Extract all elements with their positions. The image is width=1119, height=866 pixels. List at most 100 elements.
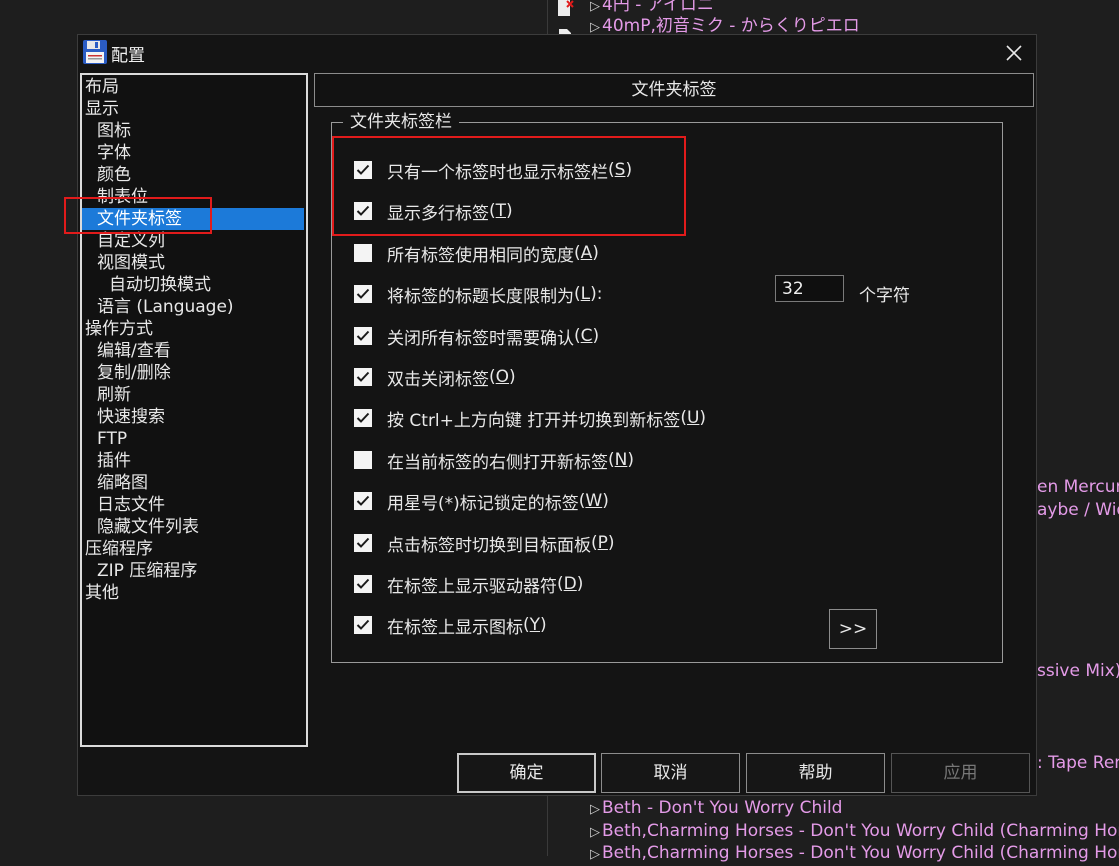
access-key: U — [686, 408, 700, 428]
play-triangle-icon: ▷ — [590, 847, 600, 862]
playlist-fragment: : Tape Rem — [1037, 753, 1119, 773]
tree-item-copy-delete[interactable]: 复制/删除 — [97, 362, 171, 384]
checkbox[interactable] — [354, 451, 372, 469]
access-key: D — [563, 574, 577, 594]
cancel-button[interactable]: 取消 — [601, 753, 740, 793]
access-key: N — [614, 450, 628, 470]
file-remove-icon — [558, 0, 574, 16]
tree-item-view-modes[interactable]: 视图模式 — [97, 252, 165, 274]
option-label: 关闭所有标签时需要确认 — [387, 328, 574, 349]
tree-item-icons[interactable]: 图标 — [97, 120, 131, 142]
access-key: L — [580, 284, 591, 304]
tree-item-log-file[interactable]: 日志文件 — [97, 494, 165, 516]
checkmark-icon — [356, 578, 370, 589]
option-open-right-of-current[interactable]: 在当前标签的右侧打开新标签(N) — [354, 448, 634, 473]
checkmark-icon — [356, 412, 370, 423]
highlight-box-options — [332, 136, 686, 236]
option-label: 在标签上显示图标 — [387, 617, 523, 638]
access-key: C — [580, 326, 593, 346]
tree-item-ftp[interactable]: FTP — [97, 428, 127, 450]
dialog-title: 配置 — [111, 46, 145, 66]
access-key: Y — [529, 615, 541, 635]
checkbox[interactable] — [354, 616, 372, 634]
help-button[interactable]: 帮助 — [746, 753, 885, 793]
title-bar[interactable]: 配置 — [78, 35, 1036, 71]
tree-item-fonts[interactable]: 字体 — [97, 142, 131, 164]
tree-item-ignore-list[interactable]: 隐藏文件列表 — [97, 516, 199, 538]
checkmark-icon — [356, 619, 370, 630]
checkmark-icon — [356, 495, 370, 506]
option-label: 点击标签时切换到目标面板 — [387, 535, 591, 556]
option-same-width[interactable]: 所有标签使用相同的宽度(A) — [354, 241, 599, 266]
tree-item-plugins[interactable]: 插件 — [97, 450, 131, 472]
playlist-fragment: en Mercurio — [1037, 477, 1119, 497]
tree-item-thumbnails[interactable]: 缩略图 — [97, 472, 148, 494]
checkbox[interactable] — [354, 285, 372, 303]
tree-item-edit-view[interactable]: 编辑/查看 — [97, 340, 171, 362]
checkbox[interactable] — [354, 327, 372, 345]
tree-item-refresh[interactable]: 刷新 — [97, 384, 131, 406]
playlist-fragment: ssive Mix) — [1037, 661, 1119, 681]
tree-item-zip-packer[interactable]: ZIP 压缩程序 — [97, 560, 197, 582]
tree-item-colors[interactable]: 颜色 — [97, 164, 131, 186]
apply-button: 应用 — [891, 753, 1030, 793]
playlist-fragment: aybe / Wid — [1037, 500, 1119, 520]
tree-item-display[interactable]: 显示 — [85, 98, 119, 120]
ok-button[interactable]: 确定 — [457, 753, 596, 793]
access-key: W — [585, 491, 603, 511]
group-title: 文件夹标签栏 — [343, 111, 459, 133]
play-triangle-icon: ▷ — [590, 825, 600, 840]
close-icon — [1006, 45, 1022, 61]
option-label: 用星号(*)标记锁定的标签 — [387, 493, 579, 514]
option-label: 双击关闭标签 — [387, 369, 489, 390]
option-label: 将标签的标题长度限制为 — [387, 286, 574, 307]
checkbox[interactable] — [354, 244, 372, 262]
checkbox[interactable] — [354, 409, 372, 427]
tree-item-misc[interactable]: 其他 — [85, 582, 119, 604]
floppy-disk-icon — [83, 40, 107, 64]
checkbox[interactable] — [354, 534, 372, 552]
option-suffix: : — [596, 284, 603, 304]
checkmark-icon — [356, 330, 370, 341]
title-length-unit: 个字符 — [859, 286, 910, 306]
category-tree[interactable]: 布局 显示 图标 字体 颜色 制表位 文件夹标签 自定义列 视图模式 自动切换模… — [80, 73, 308, 747]
option-show-drive-letter[interactable]: 在标签上显示驱动器符(D) — [354, 572, 583, 597]
tree-item-operation[interactable]: 操作方式 — [85, 318, 153, 340]
option-ctrl-up-new-tab[interactable]: 按 Ctrl+上方向键 打开并切换到新标签(U) — [354, 406, 706, 431]
option-label: 按 Ctrl+上方向键 打开并切换到新标签 — [387, 410, 681, 431]
play-triangle-icon: ▷ — [590, 20, 600, 35]
tree-item-layout[interactable]: 布局 — [85, 76, 119, 98]
checkbox[interactable] — [354, 368, 372, 386]
title-length-input[interactable] — [775, 275, 844, 302]
tree-item-auto-switch-mode[interactable]: 自动切换模式 — [109, 274, 211, 296]
playlist-row[interactable]: ▷ Beth,Charming Horses - Don't You Worry … — [590, 842, 1119, 866]
play-triangle-icon: ▷ — [590, 802, 600, 817]
checkmark-icon — [356, 371, 370, 382]
play-triangle-icon: ▷ — [590, 0, 600, 14]
option-double-click-close[interactable]: 双击关闭标签(O) — [354, 365, 516, 390]
tree-item-packer[interactable]: 压缩程序 — [85, 538, 153, 560]
option-label: 在当前标签的右侧打开新标签 — [387, 452, 608, 473]
option-click-switch-panel[interactable]: 点击标签时切换到目标面板(P) — [354, 531, 615, 556]
checkbox[interactable] — [354, 492, 372, 510]
option-mark-locked-asterisk[interactable]: 用星号(*)标记锁定的标签(W) — [354, 489, 609, 514]
access-key: A — [580, 243, 593, 263]
tree-item-quick-search[interactable]: 快速搜索 — [97, 406, 165, 428]
close-button[interactable] — [992, 35, 1036, 71]
playlist-row[interactable]: ▷ Beth,Charming Horses - Don't You Worry … — [590, 820, 1119, 844]
checkmark-icon — [356, 288, 370, 299]
more-options-button[interactable]: >> — [829, 609, 877, 649]
option-limit-title-length[interactable]: 将标签的标题长度限制为(L): — [354, 282, 603, 307]
option-label: 所有标签使用相同的宽度 — [387, 245, 574, 266]
access-key: P — [597, 533, 608, 553]
option-confirm-close-all[interactable]: 关闭所有标签时需要确认(C) — [354, 324, 599, 349]
access-key: O — [495, 367, 510, 387]
tree-item-language[interactable]: 语言 (Language) — [97, 296, 234, 318]
checkbox[interactable] — [354, 575, 372, 593]
highlight-box-tree — [64, 197, 212, 234]
checkmark-icon — [356, 537, 370, 548]
panel-title: 文件夹标签 — [314, 73, 1034, 107]
option-show-tab-icons[interactable]: 在标签上显示图标(Y) — [354, 613, 547, 638]
playlist-row[interactable]: ▷ Beth - Don't You Worry Child — [590, 797, 842, 821]
option-label: 在标签上显示驱动器符 — [387, 576, 557, 597]
